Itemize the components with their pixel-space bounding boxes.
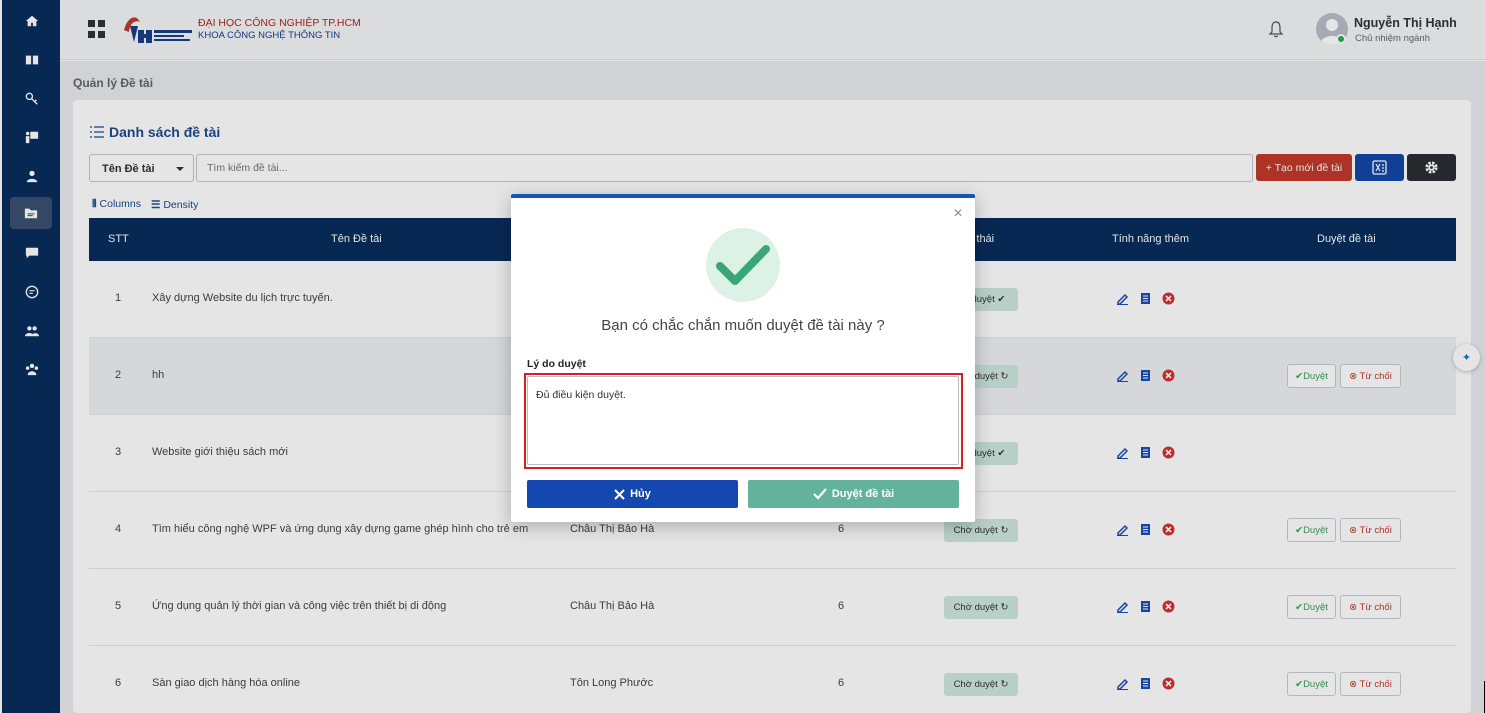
confirm-label: Duyệt đề tài	[831, 488, 895, 500]
close-icon[interactable]: ×	[951, 206, 965, 222]
approve-dialog: × Bạn có chắc chắn muốn duyệt đề tài này…	[511, 194, 975, 522]
reason-textarea[interactable]: Đủ điều kiện duyệt.	[527, 376, 959, 465]
dialog-message: Bạn có chắc chắn muốn duyệt đề tài này ?	[601, 317, 885, 334]
confirm-approve-button[interactable]: Duyệt đề tài	[748, 480, 959, 508]
reason-label: Lý do duyệt	[527, 358, 586, 370]
cancel-icon	[614, 488, 625, 500]
cancel-button[interactable]: Hủy	[527, 480, 738, 508]
check-icon	[813, 488, 827, 500]
cancel-label: Hủy	[630, 488, 651, 500]
success-check-icon	[706, 228, 780, 302]
